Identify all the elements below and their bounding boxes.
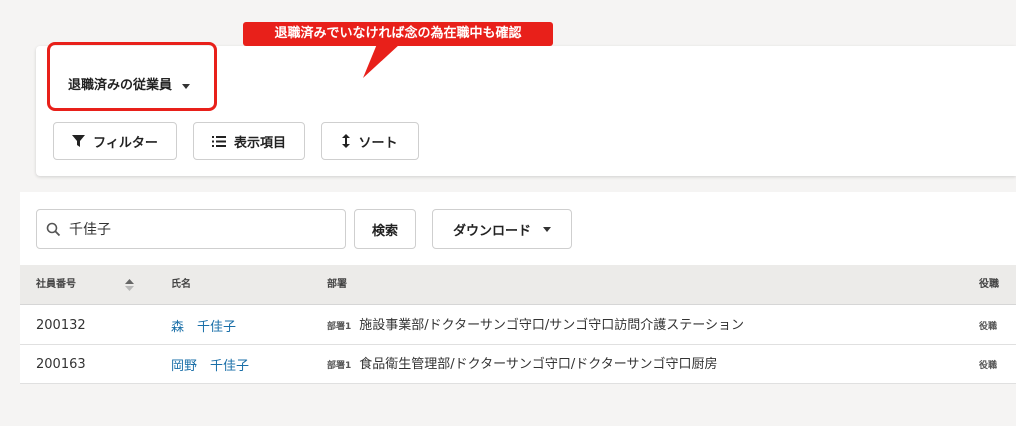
filter-button-label: フィルター bbox=[93, 135, 158, 151]
employee-name-link[interactable]: 岡野 千佳子 bbox=[171, 347, 249, 386]
column-header-department[interactable]: 部署 bbox=[327, 265, 347, 305]
department-path: 食品衛生管理部/ドクターサンゴ守口/ドクターサンゴ守口厨房 bbox=[359, 357, 718, 372]
department-path: 施設事業部/ドクターサンゴ守口/サンゴ守口訪問介護ステーション bbox=[359, 318, 744, 333]
table-row: 200132 森 千佳子 部署1 施設事業部/ドクターサンゴ守口/サンゴ守口訪問介… bbox=[20, 306, 1016, 345]
role-cell: 役職 bbox=[979, 345, 997, 384]
annotation-callout: 退職済みでいなければ念の為在職中も確認 bbox=[243, 22, 553, 46]
department-tag: 部署1 bbox=[327, 322, 352, 332]
search-button[interactable]: 検索 bbox=[354, 209, 416, 249]
table-row: 200163 岡野 千佳子 部署1 食品衛生管理部/ドクターサンゴ守口/ドクターサ… bbox=[20, 345, 1016, 384]
columns-button[interactable]: 表示項目 bbox=[193, 122, 305, 160]
department-tag: 部署1 bbox=[327, 361, 352, 371]
sort-arrows-icon bbox=[342, 134, 351, 148]
search-text-field[interactable] bbox=[67, 220, 331, 238]
columns-button-label: 表示項目 bbox=[233, 135, 286, 151]
sort-button-label: ソート bbox=[358, 135, 398, 151]
column-header-name[interactable]: 氏名 bbox=[171, 265, 191, 305]
role-tag: 役職 bbox=[979, 322, 998, 332]
role-tag: 役職 bbox=[979, 361, 998, 371]
search-icon bbox=[46, 222, 61, 236]
employee-no-cell: 200163 bbox=[36, 357, 86, 372]
annotation-highlight-box bbox=[47, 42, 217, 111]
employee-no-cell: 200132 bbox=[36, 318, 86, 333]
department-cell: 部署1 食品衛生管理部/ドクターサンゴ守口/ドクターサンゴ守口厨房 bbox=[327, 345, 717, 384]
search-button-label: 検索 bbox=[371, 223, 398, 239]
list-icon bbox=[211, 135, 226, 147]
callout-pointer-icon bbox=[363, 44, 400, 78]
download-button[interactable]: ダウンロード bbox=[432, 209, 572, 249]
search-input[interactable] bbox=[36, 209, 346, 249]
table-header: 社員番号 氏名 部署 役職 bbox=[20, 265, 1016, 305]
department-cell: 部署1 施設事業部/ドクターサンゴ守口/サンゴ守口訪問介護ステーション bbox=[327, 306, 744, 345]
caret-down-icon bbox=[543, 226, 551, 232]
role-cell: 役職 bbox=[979, 306, 997, 345]
sort-indicator-icon[interactable] bbox=[125, 279, 134, 291]
column-header-role[interactable]: 役職 bbox=[979, 265, 999, 305]
filter-icon bbox=[72, 135, 86, 147]
column-header-employee-no[interactable]: 社員番号 bbox=[36, 265, 76, 305]
filter-button[interactable]: フィルター bbox=[53, 122, 177, 160]
employee-name-link[interactable]: 森 千佳子 bbox=[171, 308, 236, 347]
sort-button[interactable]: ソート bbox=[321, 122, 419, 160]
download-button-label: ダウンロード bbox=[452, 223, 531, 239]
